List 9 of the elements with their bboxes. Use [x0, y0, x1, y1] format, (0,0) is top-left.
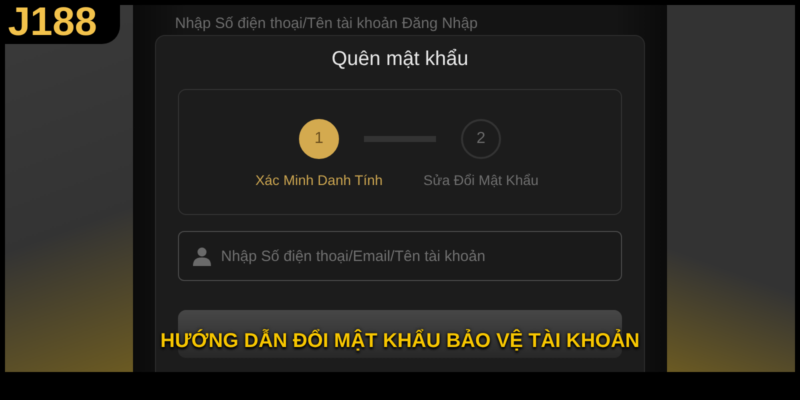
- user-icon: [192, 246, 212, 266]
- step-label: Sửa Đổi Mật Khẩu: [423, 172, 539, 188]
- account-field[interactable]: Nhập Số điện thoại/Email/Tên tài khoản: [178, 231, 622, 281]
- caption-text: HƯỚNG DẪN ĐỔI MẬT KHẨU BẢO VỆ TÀI KHOẢN: [159, 330, 641, 353]
- dialog-title: Quên mật khẩu: [330, 48, 470, 71]
- step-circle: 2: [461, 119, 501, 159]
- step-circle: 1: [299, 119, 339, 159]
- step-label: Xác Minh Danh Tính: [255, 172, 383, 188]
- background-text: Nhập Số điện thoại/Tên tài khoản Đăng Nhập: [174, 14, 479, 34]
